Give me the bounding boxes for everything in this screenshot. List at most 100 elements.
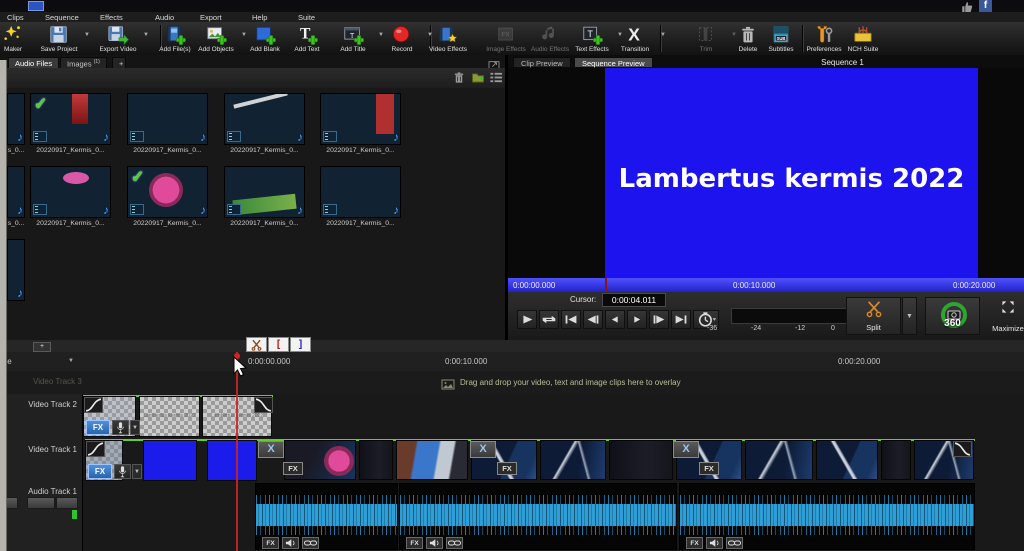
split-options-arrow[interactable]: ▼ [902,297,917,335]
transition-crossfade-icon[interactable]: X [470,441,496,458]
tab-sequence-preview[interactable]: Sequence Preview [574,57,653,68]
link-icon[interactable] [302,537,319,549]
menu-export[interactable]: Export [200,13,222,22]
clip-options-arrow[interactable]: ▼ [132,464,142,479]
menu-suite[interactable]: Suite [298,13,315,22]
speaker-icon[interactable] [426,537,443,549]
timeline-playhead[interactable] [236,352,238,551]
bin-clip-partial[interactable]: ♪s_0... [7,93,25,154]
clip-fx-badge[interactable]: FX [283,462,303,475]
jump-end-button[interactable] [671,310,691,329]
track-audio-1[interactable]: Audio Track 1 FX FX FX [0,483,1024,551]
audio-clip[interactable]: FX [399,483,677,550]
trim-start-icon[interactable]: [ [268,337,289,352]
bin-clip[interactable]: ♪20220917_Kermis_0... [127,93,208,154]
clip-options-arrow[interactable]: ▼ [130,420,140,435]
link-icon[interactable] [446,537,463,549]
loop-button[interactable] [539,310,559,329]
export-video-button[interactable]: Export Video▼ [91,23,145,54]
menu-clips[interactable]: Clips [7,13,24,22]
split-button[interactable]: Split [846,297,901,335]
maximize-button[interactable]: Maximize [986,297,1024,335]
trash-icon[interactable] [452,71,466,84]
nch-suite-button[interactable]: NCH Suite [836,23,890,54]
preview-360-button[interactable]: 360 [925,297,980,335]
bin-clip[interactable]: ♪20220917_Kermis_0... [30,166,111,227]
clip-fx-badge[interactable]: FX [497,462,517,475]
prev-frame-button[interactable] [583,310,603,329]
track-video-2[interactable]: Video Track 2 Lambertus kermis 2022 Lamb… [0,394,1024,440]
track-volume-slider[interactable] [27,497,78,509]
bin-clip[interactable]: ♪20220917_Kermis_0... [320,93,401,154]
step-forward-button[interactable] [627,310,647,329]
preview-playhead[interactable] [605,278,607,292]
save-project-button[interactable]: Save Project▼ [32,23,86,54]
preview-scrub-bar[interactable]: 0:00:00.0000:00:10.0000:00:20.000 [508,278,1024,292]
track-video-1-header[interactable]: Video Track 1 [0,439,83,483]
add-tab-button[interactable]: + [112,57,126,68]
clip-narration-mic-icon[interactable] [112,420,129,435]
audio-fx-badge[interactable]: FX [406,537,423,549]
add-folder-icon[interactable] [471,71,485,84]
link-icon[interactable] [726,537,743,549]
split-scissors-icon[interactable] [246,337,267,352]
clip-fx-badge[interactable]: FX [699,462,719,475]
menu-sequence[interactable]: Sequence [45,13,79,22]
video-clip-frame[interactable] [540,440,606,480]
bin-clip[interactable]: ✓♪20220917_Kermis_0... [30,93,111,154]
blank-blue-clip[interactable] [207,440,257,481]
cursor-time-field[interactable]: 0:00:04.011 [602,293,666,307]
transition-crossfade-icon[interactable]: X [673,441,699,458]
bin-clip-partial[interactable]: ♪s_0... [7,166,25,227]
video-clip-frame[interactable] [816,440,878,480]
timeline-view-dropdown-icon[interactable]: ▼ [68,358,74,364]
fade-in-icon[interactable] [86,441,105,457]
video-clip-frame[interactable] [359,440,393,480]
text-clip[interactable]: Lambertus kermis 2022 [139,396,200,437]
step-back-button[interactable] [605,310,625,329]
track-audio-1-header[interactable]: Audio Track 1 [0,483,83,551]
audio-fx-badge[interactable]: FX [262,537,279,549]
track-video-3[interactable]: Video Track 3 Drag and drop your video, … [0,371,1024,395]
video-clip-frame[interactable] [881,440,911,480]
bin-clip-partial[interactable]: ♪ [7,239,25,301]
clip-narration-mic-icon[interactable] [114,464,131,479]
audio-fx-badge[interactable]: FX [686,537,703,549]
like-icon[interactable] [960,0,975,12]
list-view-icon[interactable] [489,71,503,84]
video-clip-frame[interactable] [609,440,673,480]
next-frame-button[interactable] [649,310,669,329]
tab-images[interactable]: Images (1) [60,57,107,68]
speaker-icon[interactable] [282,537,299,549]
trim-end-icon[interactable]: ] [290,337,311,352]
timeline-ruler[interactable]: ine ▼ 0:00:00.0000:00:10.0000:00:20.000 [0,352,1024,372]
video-clip-frame[interactable] [745,440,813,480]
dropdown-arrow-icon[interactable]: ▼ [84,32,90,38]
tab-clip-preview[interactable]: Clip Preview [513,57,571,68]
menu-audio[interactable]: Audio [155,13,174,22]
jump-start-button[interactable] [561,310,581,329]
bin-clip[interactable]: ✓♪20220917_Kermis_0... [127,166,208,227]
video-clip-frame[interactable] [396,440,468,480]
clip-fx-button[interactable]: FX [86,420,110,435]
menu-help[interactable]: Help [252,13,267,22]
menu-effects[interactable]: Effects [100,13,123,22]
clip-fx-button[interactable]: FX [88,464,112,479]
add-track-button[interactable]: + [33,342,51,352]
bin-clip[interactable]: ♪20220917_Kermis_0... [320,166,401,227]
audio-clip[interactable]: FX [679,483,975,550]
popout-icon[interactable] [488,57,500,67]
facebook-icon[interactable]: f [979,0,992,12]
play-button[interactable] [517,310,537,329]
fade-out-icon[interactable] [953,441,972,457]
tab-audio-files[interactable]: Audio Files [8,57,59,68]
track-video-2-header[interactable]: Video Track 2 [0,394,83,439]
speaker-icon[interactable] [706,537,723,549]
video-effects-button[interactable]: Video Effects [421,23,475,54]
transition-button[interactable]: XTransition▼ [608,23,662,54]
blank-blue-clip[interactable] [143,440,197,481]
dropdown-arrow-icon[interactable]: ▼ [660,32,666,38]
bin-clip[interactable]: ♪20220917_Kermis_0... [224,93,305,154]
fade-out-icon[interactable] [254,397,273,413]
bin-clip[interactable]: ♪20220917_Kermis_0... [224,166,305,227]
